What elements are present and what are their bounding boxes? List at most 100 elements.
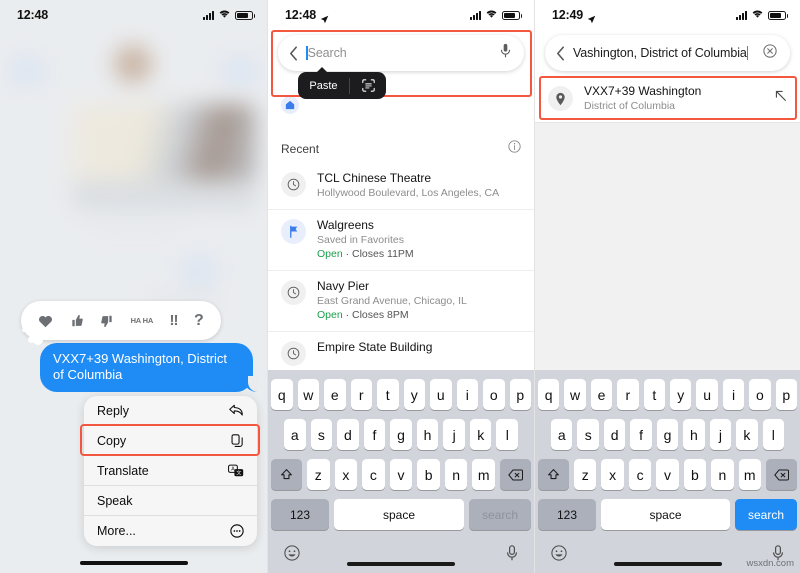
- key-y[interactable]: y: [403, 379, 425, 410]
- key-y[interactable]: y: [670, 379, 692, 410]
- key-search[interactable]: search: [469, 499, 531, 530]
- info-circle-icon[interactable]: [508, 140, 521, 158]
- key-b[interactable]: b: [417, 459, 440, 490]
- key-n[interactable]: n: [711, 459, 734, 490]
- keyboard-row-2: a s d f g h j k l: [535, 419, 800, 450]
- key-x[interactable]: x: [601, 459, 624, 490]
- shift-icon[interactable]: [538, 459, 570, 490]
- key-d[interactable]: d: [603, 419, 626, 450]
- key-j[interactable]: j: [709, 419, 732, 450]
- home-indicator[interactable]: [79, 561, 188, 565]
- key-q[interactable]: q: [537, 379, 560, 410]
- key-o[interactable]: o: [483, 379, 505, 410]
- key-u[interactable]: u: [430, 379, 452, 410]
- exclamation-icon[interactable]: !!: [170, 313, 179, 328]
- microphone-icon[interactable]: [506, 545, 518, 566]
- bubble-tail-dot-small: [22, 328, 26, 332]
- key-f[interactable]: f: [363, 419, 386, 450]
- key-k[interactable]: k: [469, 419, 492, 450]
- search-bar[interactable]: Vashington, District of Columbia: [545, 35, 790, 71]
- key-numbers[interactable]: 123: [271, 499, 329, 530]
- cellular-bars-icon: [470, 10, 481, 20]
- keyboard-row-3: z x c v b n m: [268, 459, 534, 490]
- key-r[interactable]: r: [617, 379, 639, 410]
- key-q[interactable]: q: [271, 379, 293, 410]
- thumbs-up-icon[interactable]: [70, 314, 84, 328]
- thumbs-down-icon[interactable]: [100, 314, 114, 328]
- key-i[interactable]: i: [456, 379, 478, 410]
- key-b[interactable]: b: [683, 459, 707, 490]
- clear-circle-icon[interactable]: [763, 43, 777, 63]
- key-space[interactable]: space: [334, 499, 464, 530]
- key-m[interactable]: m: [738, 459, 761, 490]
- key-f[interactable]: f: [630, 419, 652, 450]
- key-s[interactable]: s: [310, 419, 333, 450]
- key-k[interactable]: k: [736, 419, 758, 450]
- key-h[interactable]: h: [683, 419, 705, 450]
- tapback-reactions-bar[interactable]: HA HA !! ?: [21, 301, 221, 345]
- chevron-left-icon[interactable]: [556, 45, 565, 61]
- key-space[interactable]: space: [601, 499, 730, 530]
- home-place-icon[interactable]: [281, 96, 299, 114]
- backspace-icon[interactable]: [500, 459, 532, 490]
- key-x[interactable]: x: [334, 459, 358, 490]
- paste-button[interactable]: Paste: [298, 80, 349, 92]
- key-v[interactable]: v: [656, 459, 679, 490]
- search-input[interactable]: Vashington, District of Columbia: [573, 46, 755, 60]
- key-i[interactable]: i: [722, 379, 745, 410]
- key-o[interactable]: o: [749, 379, 771, 410]
- key-c[interactable]: c: [362, 459, 385, 490]
- key-t[interactable]: t: [377, 379, 399, 410]
- key-n[interactable]: n: [444, 459, 468, 490]
- scan-text-icon[interactable]: [350, 79, 386, 92]
- key-t[interactable]: t: [643, 379, 665, 410]
- reply-label: Reply: [97, 403, 129, 418]
- key-p[interactable]: p: [509, 379, 531, 410]
- list-item[interactable]: TCL Chinese Theatre Hollywood Boulevard,…: [268, 163, 534, 210]
- key-r[interactable]: r: [350, 379, 372, 410]
- key-z[interactable]: z: [574, 459, 597, 490]
- key-g[interactable]: g: [656, 419, 679, 450]
- haha-icon[interactable]: HA HA: [131, 317, 154, 325]
- context-menu-item-more[interactable]: More...: [84, 516, 257, 546]
- key-s[interactable]: s: [577, 419, 599, 450]
- list-item[interactable]: Empire State Building: [268, 332, 534, 375]
- context-menu-item-reply[interactable]: Reply: [84, 396, 257, 426]
- list-item-title: Walgreens: [317, 218, 374, 232]
- list-item[interactable]: Walgreens Saved in Favorites Open · Clos…: [268, 210, 534, 271]
- key-w[interactable]: w: [564, 379, 586, 410]
- shift-icon[interactable]: [270, 459, 302, 490]
- key-numbers[interactable]: 123: [538, 499, 596, 530]
- key-g[interactable]: g: [390, 419, 412, 450]
- key-w[interactable]: w: [297, 379, 319, 410]
- context-menu-item-speak[interactable]: Speak: [84, 486, 257, 516]
- key-d[interactable]: d: [337, 419, 359, 450]
- key-h[interactable]: h: [416, 419, 439, 450]
- list-item[interactable]: Navy Pier East Grand Avenue, Chicago, IL…: [268, 271, 534, 332]
- key-m[interactable]: m: [472, 459, 496, 490]
- key-c[interactable]: c: [628, 459, 652, 490]
- key-a[interactable]: a: [551, 419, 573, 450]
- key-l[interactable]: l: [762, 419, 784, 450]
- question-icon[interactable]: ?: [194, 312, 204, 328]
- key-v[interactable]: v: [389, 459, 413, 490]
- status-bar: 12:48: [0, 0, 267, 30]
- key-l[interactable]: l: [496, 419, 519, 450]
- backspace-icon[interactable]: [765, 459, 797, 490]
- key-j[interactable]: j: [443, 419, 465, 450]
- key-p[interactable]: p: [775, 379, 798, 410]
- context-menu-item-translate[interactable]: Translate A文: [84, 456, 257, 486]
- message-bubble[interactable]: VXX7+39 Washington, District of Columbia: [40, 343, 258, 392]
- key-e[interactable]: e: [324, 379, 346, 410]
- key-e[interactable]: e: [590, 379, 613, 410]
- home-indicator[interactable]: [347, 562, 455, 566]
- emoji-icon[interactable]: [551, 545, 567, 566]
- heart-icon[interactable]: [38, 314, 53, 328]
- speak-label: Speak: [97, 493, 133, 508]
- emoji-icon[interactable]: [284, 545, 300, 566]
- key-z[interactable]: z: [306, 459, 330, 490]
- home-indicator[interactable]: [613, 562, 722, 566]
- key-search[interactable]: search: [735, 499, 797, 530]
- key-a[interactable]: a: [283, 419, 306, 450]
- key-u[interactable]: u: [696, 379, 718, 410]
